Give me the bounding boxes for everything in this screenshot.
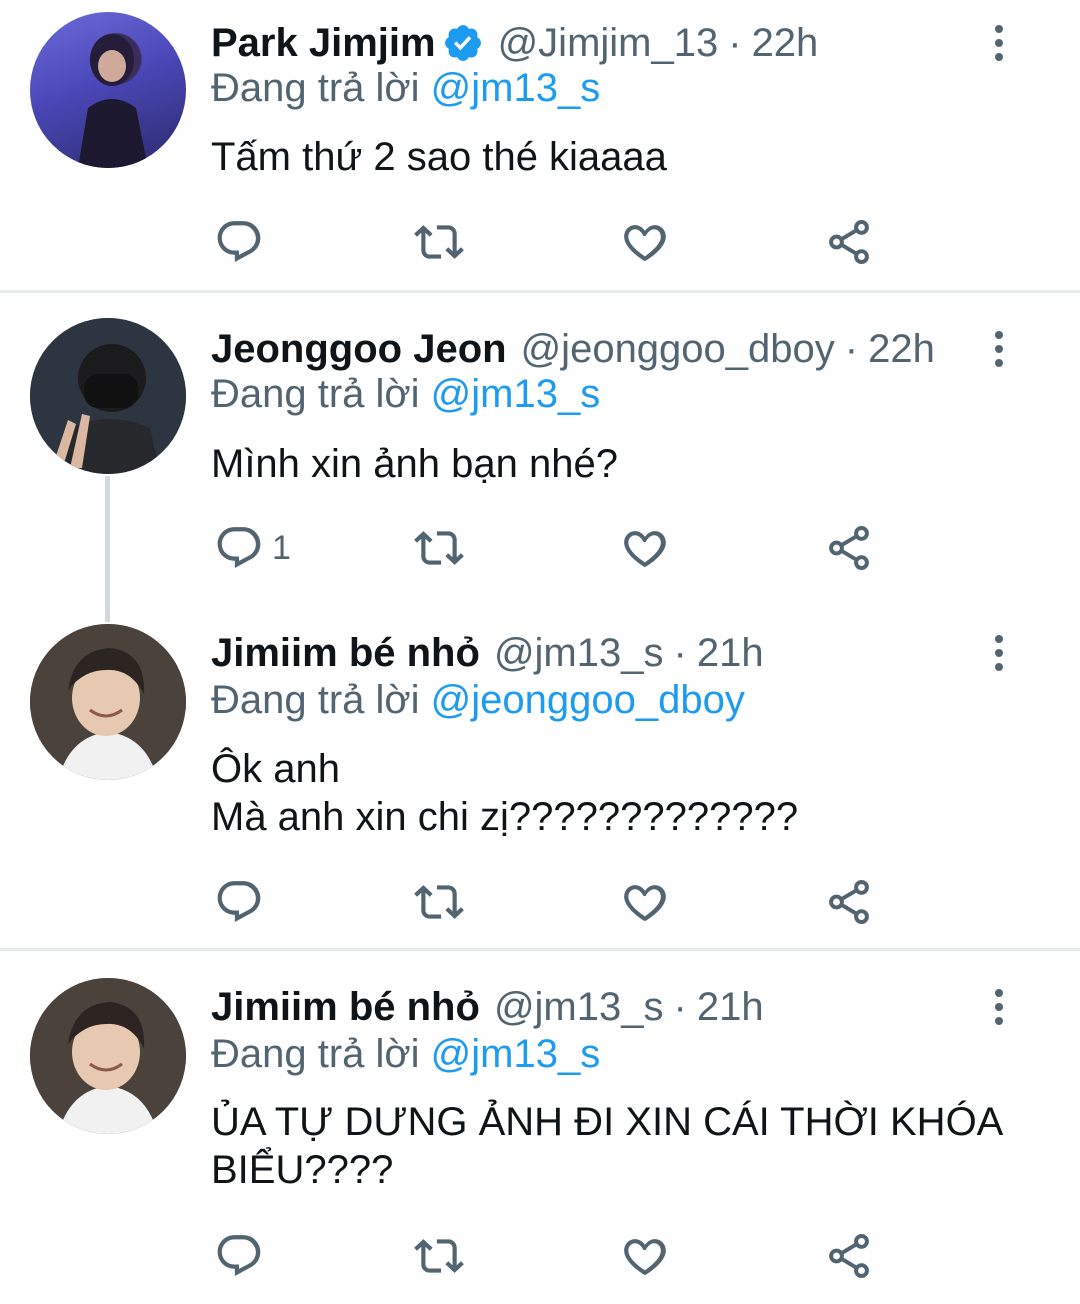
reply-button[interactable]: 1 (214, 520, 291, 576)
tweet-actions: 1 (210, 520, 890, 576)
share-button[interactable] (824, 1228, 874, 1284)
share-button[interactable] (824, 520, 874, 576)
tweet[interactable]: Jimiim bé nhỏ @jm13_s · 21h Đang trả lời… (0, 606, 1080, 948)
retweet-button[interactable] (414, 874, 464, 930)
like-button[interactable] (620, 520, 670, 576)
tweet-divider (0, 290, 1080, 293)
avatar[interactable] (30, 318, 186, 474)
tweet-text-line: Ôk anh (211, 747, 340, 791)
display-name[interactable]: Park Jimjim (211, 21, 436, 66)
tweet[interactable]: Jimiim bé nhỏ @jm13_s · 21h Đang trả lời… (0, 952, 1080, 1304)
separator-dot: · (673, 630, 687, 675)
replying-to-label: Đang trả lời (211, 1032, 420, 1076)
separator-dot: · (673, 984, 687, 1029)
display-name[interactable]: Jimiim bé nhỏ (211, 631, 480, 676)
more-icon (993, 987, 1005, 1027)
share-icon (824, 217, 874, 267)
tweet-actions (210, 214, 890, 270)
more-options-button[interactable] (985, 979, 1013, 1035)
tweet-actions (210, 1228, 890, 1284)
replying-to-handle[interactable]: @jm13_s (431, 372, 601, 416)
retweet-icon (414, 523, 464, 573)
tweet-text-line: Mà anh xin chi zị????????????? (211, 795, 799, 839)
replying-to: Đang trả lời @jm13_s (211, 66, 600, 111)
more-icon (993, 633, 1005, 673)
reply-button[interactable] (214, 874, 272, 930)
display-name[interactable]: Jimiim bé nhỏ (211, 985, 480, 1030)
handle[interactable]: @jm13_s (494, 631, 664, 676)
share-button[interactable] (824, 214, 874, 270)
replying-to-label: Đang trả lời (211, 372, 420, 416)
retweet-button[interactable] (414, 214, 464, 270)
tweet-text-line: Tấm thứ 2 sao thé kiaaaa (211, 135, 667, 179)
tweet-divider (0, 948, 1080, 951)
tweet-text-line: Mình xin ảnh bạn nhé? (211, 442, 618, 486)
reply-button[interactable] (214, 214, 272, 270)
tweet-header: Park Jimjim @Jimjim_13 · 22h (211, 15, 818, 71)
share-icon (824, 877, 874, 927)
timestamp[interactable]: 22h (752, 21, 819, 66)
tweet-text: Ôk anh Mà anh xin chi zị????????????? (211, 745, 1031, 841)
replying-to-handle[interactable]: @jm13_s (431, 66, 601, 110)
tweet-text: Mình xin ảnh bạn nhé? (211, 440, 1031, 488)
like-icon (620, 217, 670, 267)
replying-to-handle[interactable]: @jm13_s (431, 1032, 601, 1076)
share-button[interactable] (824, 874, 874, 930)
reply-icon (214, 877, 264, 927)
reply-count: 1 (272, 528, 291, 567)
more-options-button[interactable] (985, 321, 1013, 377)
verified-badge-icon (442, 22, 484, 64)
retweet-icon (414, 217, 464, 267)
timestamp[interactable]: 21h (697, 985, 764, 1030)
tweet[interactable]: Jeonggoo Jeon @jeonggoo_dboy · 22h Đang … (0, 294, 1080, 606)
separator-dot: · (844, 326, 859, 371)
tweet[interactable]: Park Jimjim @Jimjim_13 · 22h Đang trả lờ… (0, 0, 1080, 292)
replying-to: Đang trả lời @jm13_s (211, 1032, 600, 1077)
tweet-text: ỦA TỰ DƯNG ẢNH ĐI XIN CÁI THỜI KHÓA BIỂU… (211, 1098, 1031, 1194)
handle[interactable]: @jm13_s (494, 985, 664, 1030)
replying-to: Đang trả lời @jeonggoo_dboy (211, 678, 745, 723)
retweet-button[interactable] (414, 520, 464, 576)
tweet-text-line: BIỂU???? (211, 1148, 394, 1192)
like-icon (620, 1231, 670, 1281)
avatar[interactable] (30, 624, 186, 780)
like-button[interactable] (620, 1228, 670, 1284)
reply-icon (214, 217, 264, 267)
avatar[interactable] (30, 978, 186, 1134)
like-icon (620, 877, 670, 927)
replying-to-label: Đang trả lời (211, 66, 420, 110)
tweet-header: Jimiim bé nhỏ @jm13_s · 21h (211, 625, 764, 681)
handle[interactable]: @jeonggoo_dboy (521, 327, 835, 372)
retweet-icon (414, 1231, 464, 1281)
avatar[interactable] (30, 12, 186, 168)
share-icon (824, 523, 874, 573)
reply-icon (214, 523, 264, 573)
separator-dot: · (728, 20, 742, 65)
tweet-actions (210, 874, 890, 930)
display-name[interactable]: Jeonggoo Jeon (211, 327, 507, 372)
handle[interactable]: @Jimjim_13 (498, 21, 719, 66)
more-options-button[interactable] (985, 15, 1013, 71)
like-button[interactable] (620, 214, 670, 270)
replying-to: Đang trả lời @jm13_s (211, 372, 600, 417)
tweet-text-line: ỦA TỰ DƯNG ẢNH ĐI XIN CÁI THỜI KHÓA (211, 1100, 1004, 1144)
tweet-text: Tấm thứ 2 sao thé kiaaaa (211, 133, 1031, 181)
timestamp[interactable]: 21h (697, 631, 764, 676)
replying-to-label: Đang trả lời (211, 678, 420, 722)
reply-button[interactable] (214, 1228, 272, 1284)
timestamp[interactable]: 22h (868, 327, 935, 372)
like-icon (620, 523, 670, 573)
tweet-header: Jeonggoo Jeon @jeonggoo_dboy · 22h (211, 321, 935, 377)
more-icon (993, 329, 1005, 369)
more-options-button[interactable] (985, 625, 1013, 681)
reply-icon (214, 1231, 264, 1281)
replying-to-handle[interactable]: @jeonggoo_dboy (431, 678, 745, 722)
retweet-icon (414, 877, 464, 927)
like-button[interactable] (620, 874, 670, 930)
more-icon (993, 23, 1005, 63)
retweet-button[interactable] (414, 1228, 464, 1284)
tweet-header: Jimiim bé nhỏ @jm13_s · 21h (211, 979, 764, 1035)
share-icon (824, 1231, 874, 1281)
